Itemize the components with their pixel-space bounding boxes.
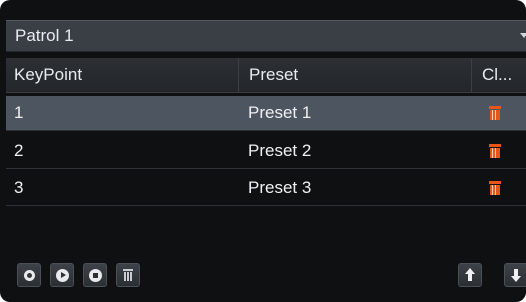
table-row[interactable]: 3 Preset 3 xyxy=(6,171,526,206)
trash-icon[interactable] xyxy=(489,144,501,158)
trash-icon[interactable] xyxy=(489,181,501,195)
chevron-down-icon xyxy=(520,33,526,38)
move-down-icon xyxy=(510,268,522,282)
move-down-button[interactable] xyxy=(504,263,526,287)
clear-cell xyxy=(471,171,526,205)
table-header: KeyPoint Preset Cl... xyxy=(6,58,526,93)
keypoint-cell: 1 xyxy=(14,103,24,122)
patrol-panel: Patrol 1 KeyPoint Preset Cl... 1 Preset … xyxy=(0,0,526,302)
play-icon xyxy=(55,268,69,282)
column-header-clear[interactable]: Cl... xyxy=(471,58,526,92)
column-header-keypoint[interactable]: KeyPoint xyxy=(6,58,238,92)
move-up-icon xyxy=(464,268,476,282)
patrol-select[interactable]: Patrol 1 xyxy=(6,20,526,52)
call-patrol-button[interactable] xyxy=(50,263,74,287)
move-up-button[interactable] xyxy=(458,263,482,287)
delete-icon xyxy=(123,269,133,281)
clear-cell xyxy=(471,134,526,168)
trash-icon[interactable] xyxy=(489,106,501,120)
table-row[interactable]: 1 Preset 1 xyxy=(6,96,526,131)
preset-cell: Preset 1 xyxy=(248,103,312,122)
stop-patrol-button[interactable] xyxy=(83,263,107,287)
clear-cell xyxy=(471,96,526,130)
delete-patrol-button[interactable] xyxy=(116,263,140,287)
patrol-select-value: Patrol 1 xyxy=(15,26,74,45)
set-keypoint-button[interactable] xyxy=(17,263,41,287)
keypoint-cell: 3 xyxy=(14,178,24,197)
table-row[interactable]: 2 Preset 2 xyxy=(6,134,526,169)
set-icon xyxy=(23,269,35,281)
stop-icon xyxy=(88,268,102,282)
preset-cell: Preset 2 xyxy=(248,141,312,160)
column-header-preset[interactable]: Preset xyxy=(238,58,471,92)
preset-cell: Preset 3 xyxy=(248,178,312,197)
patrol-toolbar xyxy=(6,256,526,296)
keypoint-cell: 2 xyxy=(14,141,24,160)
